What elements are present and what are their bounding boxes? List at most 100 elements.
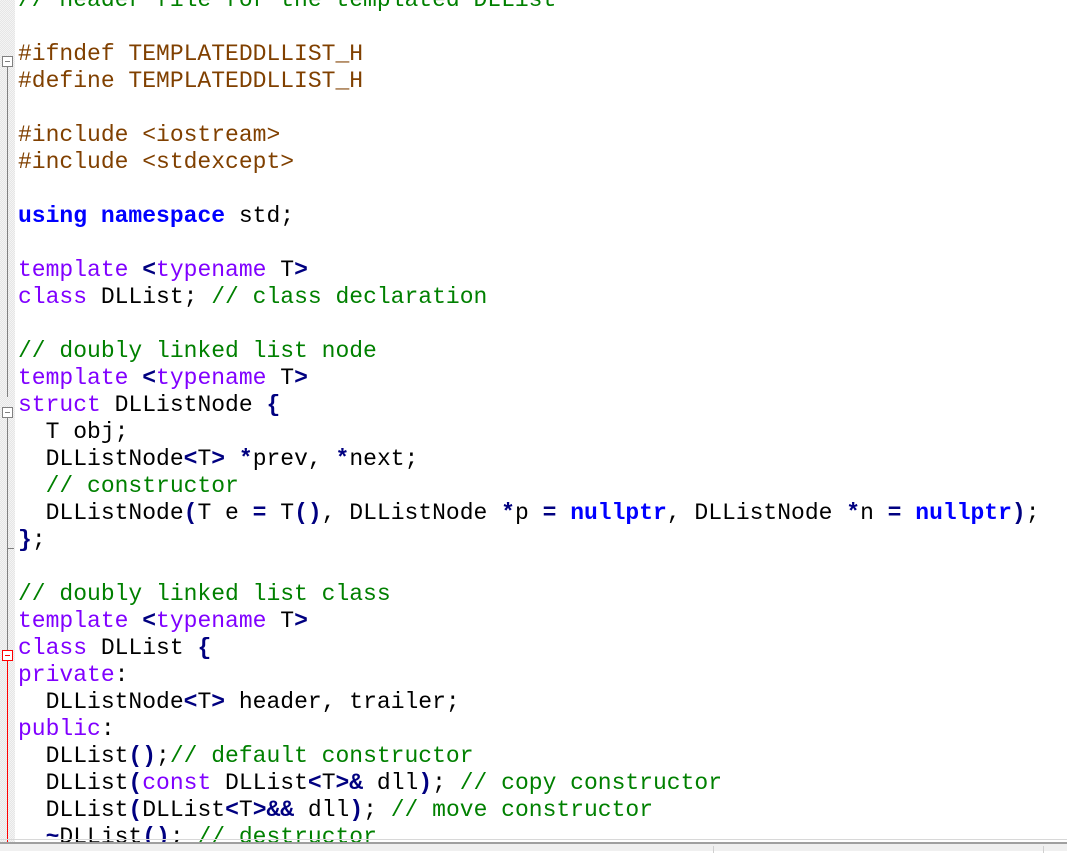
- code-line[interactable]: #include <iostream>: [18, 122, 1067, 149]
- token: DLListNode: [100, 392, 267, 418]
- code-line[interactable]: struct DLListNode {: [18, 392, 1067, 419]
- token: typename: [156, 365, 267, 391]
- code-line[interactable]: // constructor: [18, 473, 1067, 500]
- status-separator: [713, 846, 714, 853]
- token: header, trailer;: [225, 689, 460, 715]
- code-line[interactable]: DLList();// default constructor: [18, 743, 1067, 770]
- token: template: [18, 257, 129, 283]
- token: {: [266, 392, 281, 418]
- code-line[interactable]: [18, 311, 1067, 338]
- token: typename: [156, 257, 267, 283]
- token: n: [860, 500, 888, 526]
- fold-toggle-class[interactable]: [2, 650, 13, 661]
- token: // class declaration: [211, 284, 488, 310]
- code-line[interactable]: #include <stdexcept>: [18, 149, 1067, 176]
- token: private: [18, 662, 115, 688]
- code-line[interactable]: [18, 176, 1067, 203]
- token: >&: [335, 770, 364, 796]
- token: #include <stdexcept>: [18, 149, 295, 175]
- token: DLList: [142, 797, 226, 823]
- code-line[interactable]: #ifndef TEMPLATEDDLLIST_H: [18, 41, 1067, 68]
- token: T obj;: [18, 419, 129, 445]
- token: >: [294, 365, 308, 391]
- token: // copy constructor: [459, 770, 722, 796]
- code-line[interactable]: template <typename T>: [18, 608, 1067, 635]
- token: ): [418, 770, 433, 796]
- token: T: [266, 365, 295, 391]
- token: ;: [31, 527, 46, 553]
- code-line[interactable]: // doubly linked list class: [18, 581, 1067, 608]
- token: #ifndef TEMPLATEDDLLIST_H: [18, 41, 364, 67]
- fold-margin[interactable]: [0, 0, 15, 842]
- fold-guide: [7, 418, 8, 558]
- token: <: [142, 608, 157, 634]
- code-line[interactable]: class DLList {: [18, 635, 1067, 662]
- code-line[interactable]: // doubly linked list node: [18, 338, 1067, 365]
- token: ): [1011, 500, 1026, 526]
- token: DLList;: [87, 284, 212, 310]
- code-line[interactable]: };: [18, 527, 1067, 554]
- code-line[interactable]: [18, 230, 1067, 257]
- code-line[interactable]: T obj;: [18, 419, 1067, 446]
- code-editor[interactable]: // header file for the templated DLList …: [0, 0, 1067, 842]
- token: (): [294, 500, 322, 526]
- code-line[interactable]: template <typename T>: [18, 257, 1067, 284]
- token: // move constructor: [390, 797, 653, 823]
- code-line[interactable]: [18, 95, 1067, 122]
- token: {: [197, 635, 212, 661]
- code-line[interactable]: class DLList; // class declaration: [18, 284, 1067, 311]
- code-line[interactable]: public:: [18, 716, 1067, 743]
- fold-toggle-struct[interactable]: [2, 407, 13, 418]
- token: }: [18, 527, 32, 553]
- code-line[interactable]: [18, 14, 1067, 41]
- status-separator: [1043, 846, 1044, 853]
- token: template: [18, 365, 129, 391]
- token: DLList: [18, 797, 129, 823]
- code-line[interactable]: template <typename T>: [18, 365, 1067, 392]
- fold-end-marker: [7, 548, 14, 549]
- token: std;: [225, 203, 295, 229]
- code-line[interactable]: DLListNode(T e = T(), DLListNode *p = nu…: [18, 500, 1067, 527]
- token: DLList: [18, 770, 129, 796]
- fold-toggle-ifndef[interactable]: [2, 56, 13, 67]
- token: <: [142, 365, 157, 391]
- code-line[interactable]: using namespace std;: [18, 203, 1067, 230]
- token: <: [142, 257, 157, 283]
- token: using: [18, 203, 88, 229]
- token: , DLListNode: [666, 500, 847, 526]
- token: template: [18, 608, 129, 634]
- token: // doubly linked list class: [18, 581, 391, 607]
- code-line[interactable]: #define TEMPLATEDDLLIST_H: [18, 68, 1067, 95]
- token: , DLListNode: [321, 500, 502, 526]
- code-line[interactable]: DLList(DLList<T>&& dll); // move constru…: [18, 797, 1067, 824]
- code-line[interactable]: private:: [18, 662, 1067, 689]
- token: class: [18, 635, 88, 661]
- code-line[interactable]: DLListNode<T> *prev, *next;: [18, 446, 1067, 473]
- token: DLListNode: [18, 500, 184, 526]
- code-line[interactable]: DLListNode<T> header, trailer;: [18, 689, 1067, 716]
- token: next;: [349, 446, 419, 472]
- token: >&&: [252, 797, 295, 823]
- token: T: [197, 689, 212, 715]
- fold-guide-active: [7, 661, 8, 842]
- token: <: [307, 770, 322, 796]
- code-area[interactable]: // header file for the templated DLList …: [18, 0, 1067, 842]
- token: T: [197, 446, 212, 472]
- code-line[interactable]: // header file for the templated DLList: [18, 0, 1067, 14]
- token: <: [183, 446, 198, 472]
- token: ;: [1025, 500, 1040, 526]
- token: p: [514, 500, 543, 526]
- code-line[interactable]: DLList(const DLList<T>& dll); // copy co…: [18, 770, 1067, 797]
- token: <: [225, 797, 239, 823]
- token: DLList: [87, 635, 198, 661]
- token: :: [100, 716, 115, 742]
- token: T: [266, 608, 295, 634]
- code-line[interactable]: [18, 554, 1067, 581]
- token: (): [128, 743, 157, 769]
- token: *: [501, 500, 515, 526]
